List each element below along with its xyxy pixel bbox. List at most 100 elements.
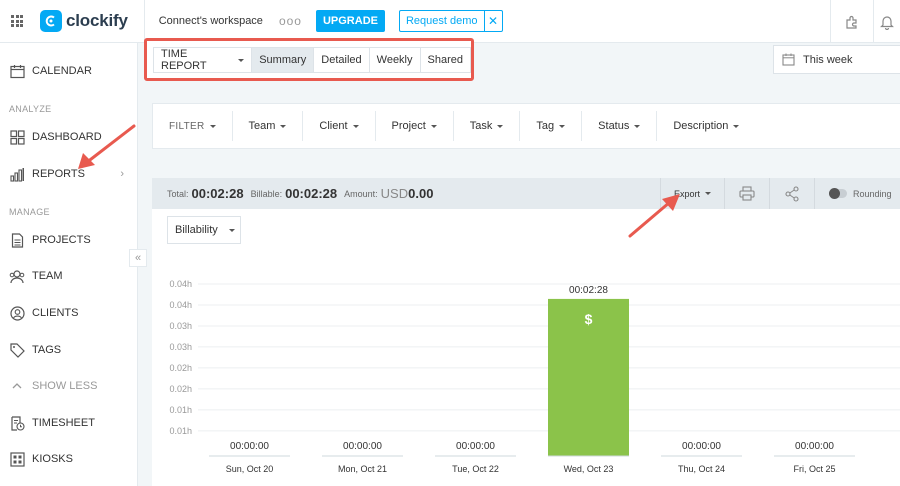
y-tick-label: 0.02h	[169, 384, 192, 394]
y-tick-label: 0.04h	[169, 279, 192, 289]
filter-team[interactable]: Team	[233, 111, 304, 141]
bar-value-label: 00:00:00	[230, 441, 269, 452]
tag-icon	[9, 342, 25, 358]
filter-project-label: Project	[391, 120, 426, 132]
rounding-toggle[interactable]: Rounding	[814, 178, 900, 209]
amount-label: Amount:	[344, 188, 378, 199]
projects-icon	[9, 232, 25, 248]
extension-icon[interactable]	[830, 0, 873, 43]
filter-tag-label: Tag	[536, 120, 555, 132]
request-demo-box: Request demo ✕	[398, 10, 503, 32]
billability-select[interactable]: Billability	[167, 216, 241, 244]
sidebar-item-label: CALENDAR	[32, 65, 92, 77]
x-tick-label: Wed, Oct 23	[564, 464, 614, 474]
sidebar-item-team[interactable]: TEAM	[0, 263, 138, 289]
annotation-arrow-reports	[78, 124, 136, 169]
clockify-logo-icon	[40, 10, 62, 32]
sidebar-item-kiosks[interactable]: KIOSKS	[0, 446, 138, 472]
annotation-arrow-export	[628, 194, 680, 238]
rounding-label: Rounding	[853, 188, 892, 199]
bar-value-label: 00:00:00	[456, 441, 495, 452]
bar-value-label: 00:00:00	[682, 441, 721, 452]
caret-down-icon	[238, 58, 245, 62]
chart-panel: 0.04h 0.04h 0.03h 0.03h 0.02h 0.02h 0.01h 0.01h…	[152, 209, 900, 486]
apps-grid-icon[interactable]	[11, 15, 23, 27]
filter-description[interactable]: Description	[657, 111, 755, 141]
amount-currency: USD	[380, 186, 409, 201]
section-label-analyze: ANALYZE	[9, 104, 52, 114]
filter-task-label: Task	[469, 120, 493, 132]
logo-text: clockify	[66, 11, 128, 30]
filter-dropdown[interactable]: FILTER	[153, 111, 233, 141]
filter-bar: FILTER Team Client Project Task Tag Stat…	[152, 103, 900, 149]
print-icon[interactable]	[724, 178, 769, 209]
tab-shared[interactable]: Shared	[421, 48, 470, 72]
toggle-switch[interactable]	[829, 188, 847, 199]
tab-detailed[interactable]: Detailed	[314, 48, 370, 72]
y-tick-label: 0.01h	[169, 426, 192, 436]
caret-down-icon	[228, 228, 235, 232]
upgrade-button[interactable]: UPGRADE	[315, 10, 385, 32]
filter-status[interactable]: Status	[582, 111, 658, 141]
share-icon[interactable]	[769, 178, 814, 209]
sidebar-item-clients[interactable]: CLIENTS	[0, 300, 138, 326]
request-demo-button[interactable]: Request demo	[400, 15, 484, 27]
x-tick-label: Sun, Oct 20	[226, 464, 274, 474]
amount-value: 0.00	[408, 186, 434, 201]
sidebar-item-tags[interactable]: TAGS	[0, 337, 138, 363]
y-tick-label: 0.03h	[169, 321, 192, 331]
bell-icon[interactable]	[873, 0, 900, 43]
filter-status-label: Status	[598, 120, 630, 132]
y-tick-label: 0.01h	[169, 405, 192, 415]
caret-down-icon	[280, 124, 287, 128]
caret-down-icon	[705, 192, 711, 195]
filter-client[interactable]: Client	[303, 111, 376, 141]
close-icon[interactable]: ✕	[483, 11, 502, 31]
caret-down-icon	[352, 124, 359, 128]
calendar-icon	[9, 63, 25, 79]
billable-label: Billable:	[250, 188, 283, 199]
sidebar: CALENDAR ANALYZE DASHBOARD REPORTS › MAN…	[0, 43, 138, 486]
top-bar: clockify Connect's workspace ooo UPGRADE…	[0, 0, 900, 43]
sidebar-item-label: TIMESHEET	[32, 417, 95, 429]
filter-client-label: Client	[319, 120, 348, 132]
x-tick-label: Mon, Oct 21	[338, 464, 387, 474]
filter-task[interactable]: Task	[454, 111, 521, 141]
workspace-name[interactable]: Connect's workspace	[159, 15, 263, 27]
sidebar-item-label: TAGS	[32, 344, 62, 356]
sidebar-item-label: PROJECTS	[32, 234, 91, 246]
sidebar-item-label: KIOSKS	[32, 453, 73, 465]
clients-icon	[9, 305, 25, 321]
top-right-icons	[830, 0, 900, 43]
filter-description-label: Description	[673, 120, 729, 132]
tab-weekly[interactable]: Weekly	[370, 48, 421, 72]
sidebar-item-calendar[interactable]: CALENDAR	[0, 58, 138, 84]
bar-value-label: 00:02:28	[569, 285, 608, 296]
sidebar-item-timesheet[interactable]: TIMESHEET	[0, 410, 138, 436]
section-label-manage: MANAGE	[9, 207, 50, 217]
caret-down-icon	[634, 124, 641, 128]
filter-tag[interactable]: Tag	[520, 111, 583, 141]
tab-summary[interactable]: Summary	[252, 48, 315, 72]
caret-down-icon	[209, 124, 216, 128]
sidebar-item-show-less[interactable]: SHOW LESS	[0, 373, 138, 399]
sidebar-item-projects[interactable]: PROJECTS	[0, 227, 138, 253]
sidebar-item-label: SHOW LESS	[32, 380, 98, 392]
report-tabs: TIME REPORT Summary Detailed Weekly Shar…	[153, 47, 471, 73]
y-tick-label: 0.02h	[169, 363, 192, 373]
collapse-sidebar-icon[interactable]: «	[129, 249, 147, 267]
reports-icon	[9, 166, 25, 182]
bar-chart: 0.04h 0.04h 0.03h 0.03h 0.02h 0.02h 0.01h 0.01h…	[169, 279, 900, 474]
report-tabs-highlight: TIME REPORT Summary Detailed Weekly Shar…	[144, 38, 474, 81]
sidebar-item-label: CLIENTS	[32, 307, 79, 319]
y-tick-label: 0.04h	[169, 300, 192, 310]
filter-project[interactable]: Project	[376, 111, 454, 141]
report-type-dropdown[interactable]: TIME REPORT	[154, 48, 253, 72]
total-label: Total:	[167, 188, 189, 199]
x-tick-label: Fri, Oct 25	[793, 464, 835, 474]
sidebar-item-label: TEAM	[32, 270, 63, 282]
date-range-picker[interactable]: This week	[773, 45, 900, 74]
billability-value: Billability	[175, 224, 218, 236]
clockify-logo[interactable]: clockify	[40, 10, 128, 32]
workspace-more-icon[interactable]: ooo	[279, 14, 302, 28]
